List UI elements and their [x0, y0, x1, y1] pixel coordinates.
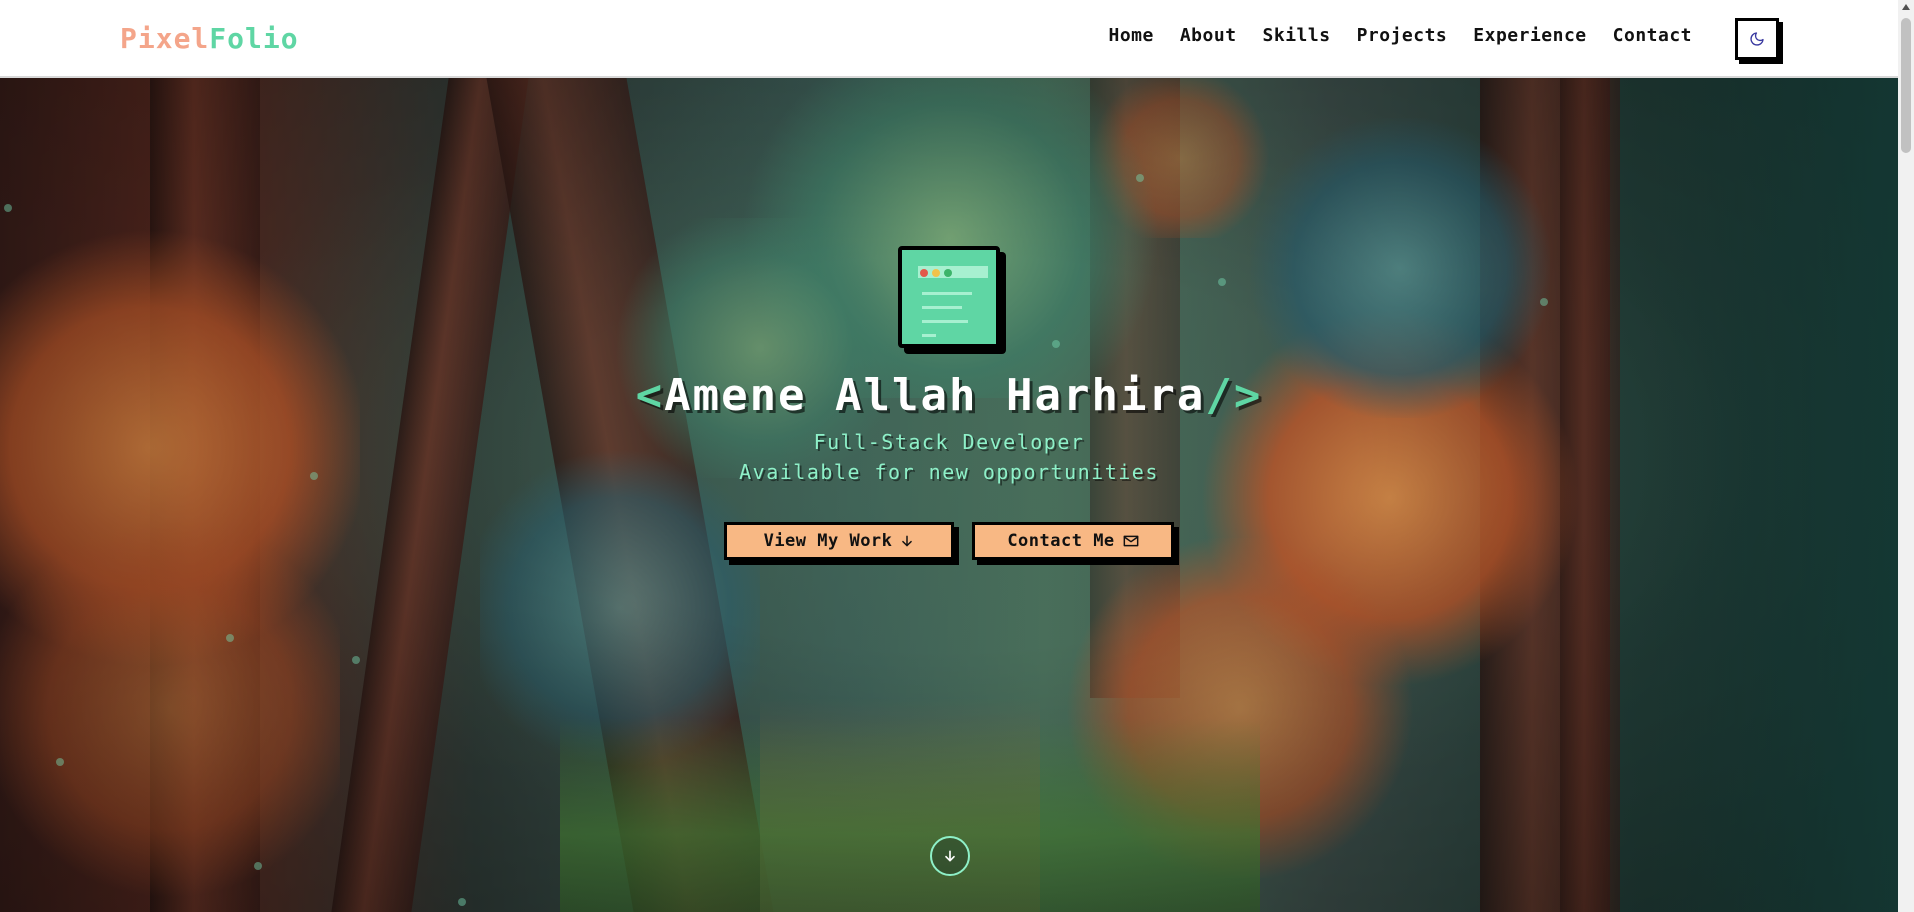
particle	[4, 204, 12, 212]
view-work-button[interactable]: View My Work	[724, 522, 954, 560]
contact-me-label: Contact Me	[1007, 531, 1115, 551]
particle	[458, 898, 466, 906]
nav-link-home[interactable]: Home	[1108, 25, 1153, 46]
brand-logo[interactable]: PixelFolio	[120, 22, 299, 55]
hero-role: Full-Stack Developer	[813, 430, 1085, 454]
brand-logo-part1: Pixel	[120, 22, 210, 55]
mail-icon	[1123, 535, 1139, 547]
hero-name-text: Amene Allah Harhira	[664, 370, 1206, 421]
scrollbar-thumb[interactable]	[1901, 18, 1911, 153]
particle	[226, 634, 234, 642]
hero-bracket-close: />	[1205, 370, 1263, 421]
particle	[1052, 340, 1060, 348]
contact-me-button[interactable]: Contact Me	[972, 522, 1174, 560]
scroll-up-arrow-icon[interactable]	[1902, 4, 1910, 10]
hero-name: <Amene Allah Harhira/>	[0, 370, 1898, 421]
nav-link-about[interactable]: About	[1180, 25, 1237, 46]
particle	[1540, 298, 1548, 306]
nav-link-projects[interactable]: Projects	[1357, 25, 1448, 46]
view-work-label: View My Work	[763, 531, 893, 551]
nav-link-experience[interactable]: Experience	[1473, 25, 1586, 46]
arrow-down-circle-icon	[945, 850, 955, 862]
browser-window-icon	[898, 246, 1000, 348]
particle	[352, 656, 360, 664]
particle	[254, 862, 262, 870]
moon-icon	[1750, 32, 1764, 46]
arrow-down-icon	[902, 535, 913, 547]
theme-toggle-button[interactable]	[1735, 18, 1779, 60]
nav-links: Home About Skills Projects Experience Co…	[1108, 25, 1692, 46]
particle	[56, 758, 64, 766]
forest-background	[0, 78, 1898, 912]
hero-status: Available for new opportunities	[739, 460, 1159, 484]
brand-logo-part2: Folio	[209, 22, 299, 55]
hero-bracket-open: <	[635, 370, 665, 421]
scroll-down-button[interactable]	[930, 836, 970, 876]
top-navbar: PixelFolio Home About Skills Projects Ex…	[0, 0, 1898, 78]
nav-link-contact[interactable]: Contact	[1613, 25, 1692, 46]
particle	[1136, 174, 1144, 182]
nav-link-skills[interactable]: Skills	[1263, 25, 1331, 46]
hero-section: <Amene Allah Harhira/> Full-Stack Develo…	[0, 78, 1898, 912]
particle	[1218, 278, 1226, 286]
